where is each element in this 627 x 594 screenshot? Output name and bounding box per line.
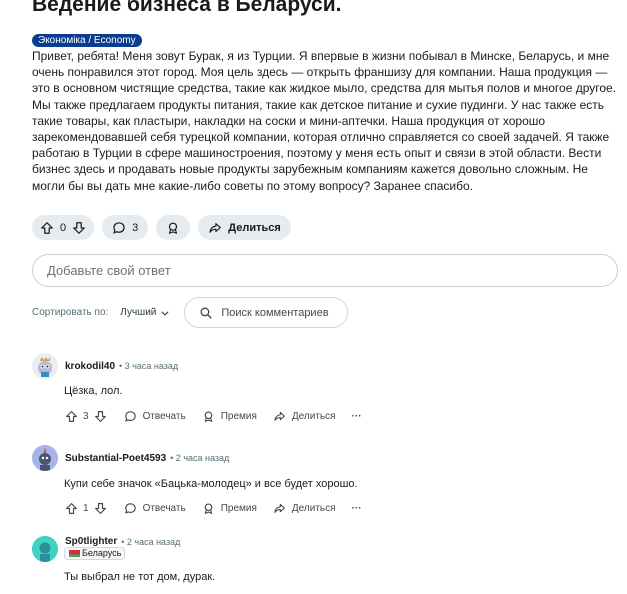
comment-search-placeholder: Поиск комментариев [221,306,329,319]
answer-placeholder: Добавьте свой ответ [47,263,171,278]
reply-label: Отвечать [142,410,186,422]
post-title: Ведение бизнеса в Беларуси. [32,0,342,16]
vote-pill: 0 [32,215,95,240]
avatar[interactable] [32,445,58,471]
search-icon [199,306,213,320]
share-arrow-icon [208,221,222,235]
post-score: 0 [60,221,67,234]
share-button[interactable]: Делиться [273,501,336,515]
comments-count: 3 [132,221,139,234]
share-label: Делиться [228,221,281,234]
award-icon [166,221,180,235]
comment-text: Ты выбрал не тот дом, дурак. [64,571,216,583]
comment-bubble-icon [124,409,138,423]
post-action-bar: 0 3 Делиться [32,215,291,240]
more-options-button[interactable]: ··· [352,503,362,514]
comment-text: Купи себе значок «Бацька-молодец» и все … [64,478,358,490]
comment-time: • 3 часа назад [119,361,179,371]
comment-time: • 2 часа назад [170,453,230,463]
belarus-flag-icon [67,550,80,557]
arrow-up-icon[interactable] [64,409,78,423]
chevron-down-icon [160,308,170,318]
reply-button[interactable]: Отвечать [124,409,186,423]
comment-header: Substantial-Poet4593 • 2 часа назад [32,444,592,472]
comment-actions: 1 Отвечать Премия Делиться ··· [64,501,378,515]
comment-time: • 2 часа назад [121,537,181,547]
add-answer-input[interactable]: Добавьте свой ответ [32,254,618,287]
comment: krokodil40 • 3 часа назад Цёзка, лол. 3 … [32,352,592,432]
arrow-down-icon[interactable] [94,409,108,423]
comment-vote: 1 [64,501,108,515]
post-flair[interactable]: Экономіка / Economy [32,34,142,47]
comment-vote: 3 [64,409,108,423]
share-arrow-icon [273,501,287,515]
award-icon [202,409,216,423]
award-label: Премия [220,502,257,514]
arrow-down-icon[interactable] [94,501,108,515]
post-page: Ведение бизнеса в Беларуси. Экономіка / … [0,0,627,594]
more-options-button[interactable]: ··· [352,411,362,422]
comment-author[interactable]: krokodil40 [65,361,115,372]
comment: Sp0tlighter • 2 часа назад Беларусь Ты в… [32,534,592,590]
comment-author[interactable]: Sp0tlighter [65,536,117,547]
avatar[interactable] [32,353,58,379]
comment-text: Цёзка, лол. [64,385,123,397]
sort-bar: Сортировать по: Лучший Поиск комментарие… [32,297,349,328]
comment-score: 1 [83,502,89,514]
share-button[interactable]: Делиться [273,409,336,423]
award-icon [202,501,216,515]
sort-value: Лучший [120,307,157,318]
comment-search-input[interactable]: Поиск комментариев [184,297,349,328]
sort-label: Сортировать по: [32,307,109,318]
comments-button[interactable]: 3 [102,215,149,240]
comment-bubble-icon [112,221,126,235]
sort-dropdown[interactable]: Лучший [120,307,170,318]
comment: Substantial-Poet4593 • 2 часа назад Купи… [32,444,592,524]
award-button[interactable] [156,215,191,240]
comment-header: krokodil40 • 3 часа назад [32,352,592,380]
user-flair-text: Беларусь [82,548,122,558]
avatar[interactable] [32,536,58,562]
share-button[interactable]: Делиться [198,215,291,240]
share-arrow-icon [273,409,287,423]
share-label: Делиться [291,410,336,422]
arrow-up-icon[interactable] [40,221,54,235]
comment-author[interactable]: Substantial-Poet4593 [65,453,166,464]
reply-button[interactable]: Отвечать [124,501,186,515]
award-label: Премия [220,410,257,422]
comment-actions: 3 Отвечать Премия Делиться ··· [64,409,378,423]
award-button[interactable]: Премия [202,501,257,515]
user-flair: Беларусь [64,547,126,560]
comment-score: 3 [83,410,89,422]
arrow-down-icon[interactable] [72,221,86,235]
share-label: Делиться [291,502,336,514]
reply-label: Отвечать [142,502,186,514]
comment-bubble-icon [124,501,138,515]
post-body: Привет, ребята! Меня зовут Бурак, я из Т… [32,49,617,193]
award-button[interactable]: Премия [202,409,257,423]
arrow-up-icon[interactable] [64,501,78,515]
